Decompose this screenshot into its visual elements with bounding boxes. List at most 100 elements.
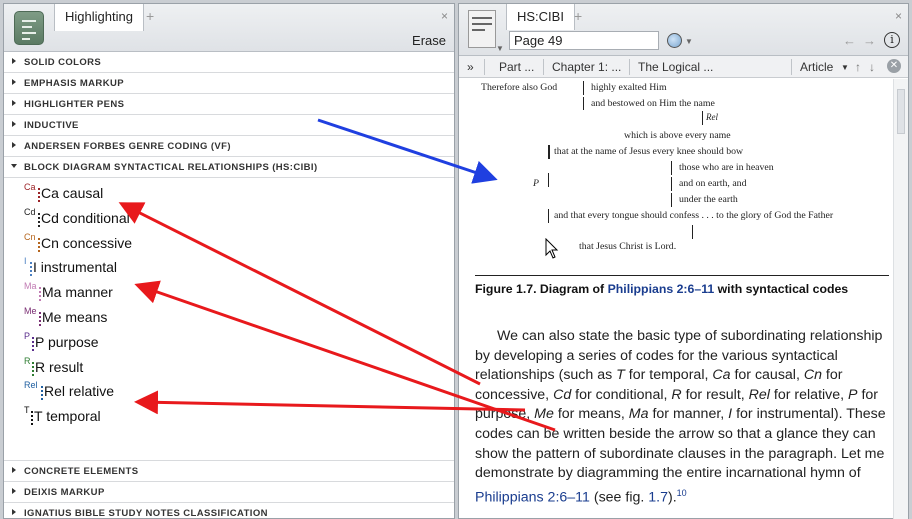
diagram-text: highly exalted Him: [591, 82, 667, 93]
app-window: Highlighting + × Erase SOLID COLORS EMPH…: [0, 0, 912, 519]
style-concessive[interactable]: Cn Cn concessive: [24, 232, 454, 257]
breadcrumb: » Part ... Chapter 1: ... The Logical ..…: [459, 56, 908, 78]
resource-content: Therefore also God highly exalted Him an…: [459, 79, 894, 519]
style-causal[interactable]: Ca Ca causal: [24, 182, 454, 207]
breadcrumb-more-button[interactable]: »: [467, 60, 474, 74]
section-solid-colors[interactable]: SOLID COLORS: [4, 52, 454, 73]
expand-arrow-icon: [12, 509, 16, 515]
style-code: T: [24, 405, 30, 416]
erase-button[interactable]: Erase: [412, 33, 446, 48]
diagram-text: that Jesus Christ is Lord.: [579, 241, 677, 252]
diagram-code: P: [533, 178, 539, 189]
diagram-text: and bestowed on Him the name: [591, 98, 715, 109]
expand-arrow-icon: [12, 467, 16, 473]
previous-article-icon[interactable]: ↑: [855, 60, 861, 74]
section-inductive[interactable]: INDUCTIVE: [4, 115, 454, 136]
expand-arrow-icon: [12, 488, 16, 494]
diagram-text: those who are in heaven: [679, 162, 774, 173]
scroll-thumb[interactable]: [897, 89, 905, 134]
breadcrumb-section[interactable]: The Logical ...: [638, 60, 713, 74]
collapse-arrow-icon: [11, 164, 17, 168]
style-label: Me means: [42, 308, 108, 325]
style-conditional[interactable]: Cd Cd conditional: [24, 207, 454, 232]
style-code: Ma: [24, 281, 37, 292]
close-panel-button[interactable]: ×: [441, 9, 448, 23]
back-arrow-icon[interactable]: ←: [843, 33, 856, 48]
style-temporal[interactable]: T T temporal: [24, 405, 454, 430]
style-code: Cd: [24, 206, 36, 217]
info-icon[interactable]: i: [884, 32, 900, 48]
diagram-text: and on earth, and: [679, 178, 747, 189]
style-label: Ma manner: [42, 284, 113, 301]
book-cover-icon[interactable]: [468, 10, 496, 48]
section-deixis-markup[interactable]: DEIXIS MARKUP: [4, 482, 454, 503]
expand-arrow-icon: [12, 100, 16, 106]
visual-filter-icon[interactable]: [667, 33, 682, 48]
diagram-text: and that every tongue should confess . .…: [554, 210, 834, 221]
section-concrete-elements[interactable]: CONCRETE ELEMENTS: [4, 461, 454, 482]
add-tab-button[interactable]: +: [574, 8, 582, 24]
style-list: Ca Ca causal Cd Cd conditional Cn Cn con…: [4, 178, 454, 461]
footnote-link[interactable]: 10: [677, 488, 687, 498]
style-label: R result: [35, 358, 84, 375]
close-breadcrumb-icon[interactable]: ✕: [887, 59, 901, 73]
style-code: Cn: [24, 231, 36, 242]
style-code: I: [24, 256, 27, 267]
chevron-down-icon[interactable]: ▼: [841, 63, 849, 72]
style-code: R: [24, 355, 31, 366]
mouse-cursor-icon: [545, 238, 559, 259]
style-result[interactable]: R R result: [24, 356, 454, 381]
scripture-link[interactable]: Philippians 2:6–11: [608, 282, 715, 296]
diagram-text: that at the name of Jesus every knee sho…: [554, 146, 744, 157]
body-paragraph: We can also state the basic type of subo…: [475, 328, 886, 506]
section-andersen-forbes[interactable]: ANDERSEN FORBES GENRE CODING (VF): [4, 136, 454, 157]
expand-arrow-icon: [12, 142, 16, 148]
style-label: Ca causal: [41, 185, 104, 201]
article-dropdown[interactable]: Article: [800, 60, 833, 74]
breadcrumb-part[interactable]: Part ...: [499, 60, 534, 74]
section-highlighter-pens[interactable]: HIGHLIGHTER PENS: [4, 94, 454, 115]
add-tab-button[interactable]: +: [146, 8, 154, 24]
scripture-link[interactable]: Philippians 2:6–11: [475, 489, 590, 505]
style-label: I instrumental: [33, 259, 118, 276]
style-label: P purpose: [35, 333, 99, 350]
next-article-icon[interactable]: ↓: [869, 60, 875, 74]
highlighting-panel-header: Highlighting + × Erase: [4, 4, 454, 52]
diagram-text: Therefore also God: [481, 82, 558, 93]
vertical-scrollbar[interactable]: [893, 79, 908, 519]
style-code: P: [24, 330, 31, 341]
style-purpose[interactable]: P P purpose: [24, 331, 454, 356]
figure-divider: [475, 275, 889, 276]
style-relative[interactable]: Rel Rel relative: [24, 380, 454, 405]
highlighting-menu-icon[interactable]: [14, 11, 44, 45]
expand-arrow-icon: [12, 121, 16, 127]
diagram-code: Rel: [706, 112, 718, 122]
style-means[interactable]: Me Me means: [24, 306, 454, 331]
tab-hs-cibi[interactable]: HS:CIBI: [506, 4, 575, 30]
resource-panel-header: ▼ HS:CIBI + × Page 49 ▼ ← → i: [459, 4, 908, 56]
style-code: Me: [24, 305, 37, 316]
section-emphasis-markup[interactable]: EMPHASIS MARKUP: [4, 73, 454, 94]
forward-arrow-icon[interactable]: →: [863, 33, 876, 48]
diagram-text: under the earth: [679, 194, 738, 205]
style-label: Cd conditional: [41, 209, 130, 226]
style-instrumental[interactable]: I I instrumental: [24, 256, 454, 281]
close-panel-button[interactable]: ×: [895, 9, 902, 23]
breadcrumb-chapter[interactable]: Chapter 1: ...: [552, 60, 621, 74]
section-ignatius-notes[interactable]: IGNATIUS BIBLE STUDY NOTES CLASSIFICATIO…: [4, 503, 454, 519]
figure-caption: Figure 1.7. Diagram of Philippians 2:6–1…: [475, 282, 849, 296]
tab-highlighting[interactable]: Highlighting: [54, 4, 144, 31]
style-code: Rel: [24, 380, 38, 391]
style-label: Cn concessive: [41, 234, 133, 251]
resource-panel: ▼ HS:CIBI + × Page 49 ▼ ← → i » Part ...…: [458, 3, 909, 519]
page-reference-input[interactable]: Page 49: [509, 31, 659, 50]
expand-arrow-icon: [12, 79, 16, 85]
chevron-down-icon[interactable]: ▼: [496, 44, 504, 53]
section-block-diagram[interactable]: BLOCK DIAGRAM SYNTACTICAL RELATIONSHIPS …: [4, 157, 454, 178]
style-code: Ca: [24, 182, 36, 192]
chevron-down-icon[interactable]: ▼: [685, 37, 693, 46]
figure-link[interactable]: 1.7: [648, 489, 668, 505]
style-manner[interactable]: Ma Ma manner: [24, 281, 454, 306]
highlighting-panel: Highlighting + × Erase SOLID COLORS EMPH…: [3, 3, 455, 519]
style-label: T temporal: [34, 408, 101, 425]
